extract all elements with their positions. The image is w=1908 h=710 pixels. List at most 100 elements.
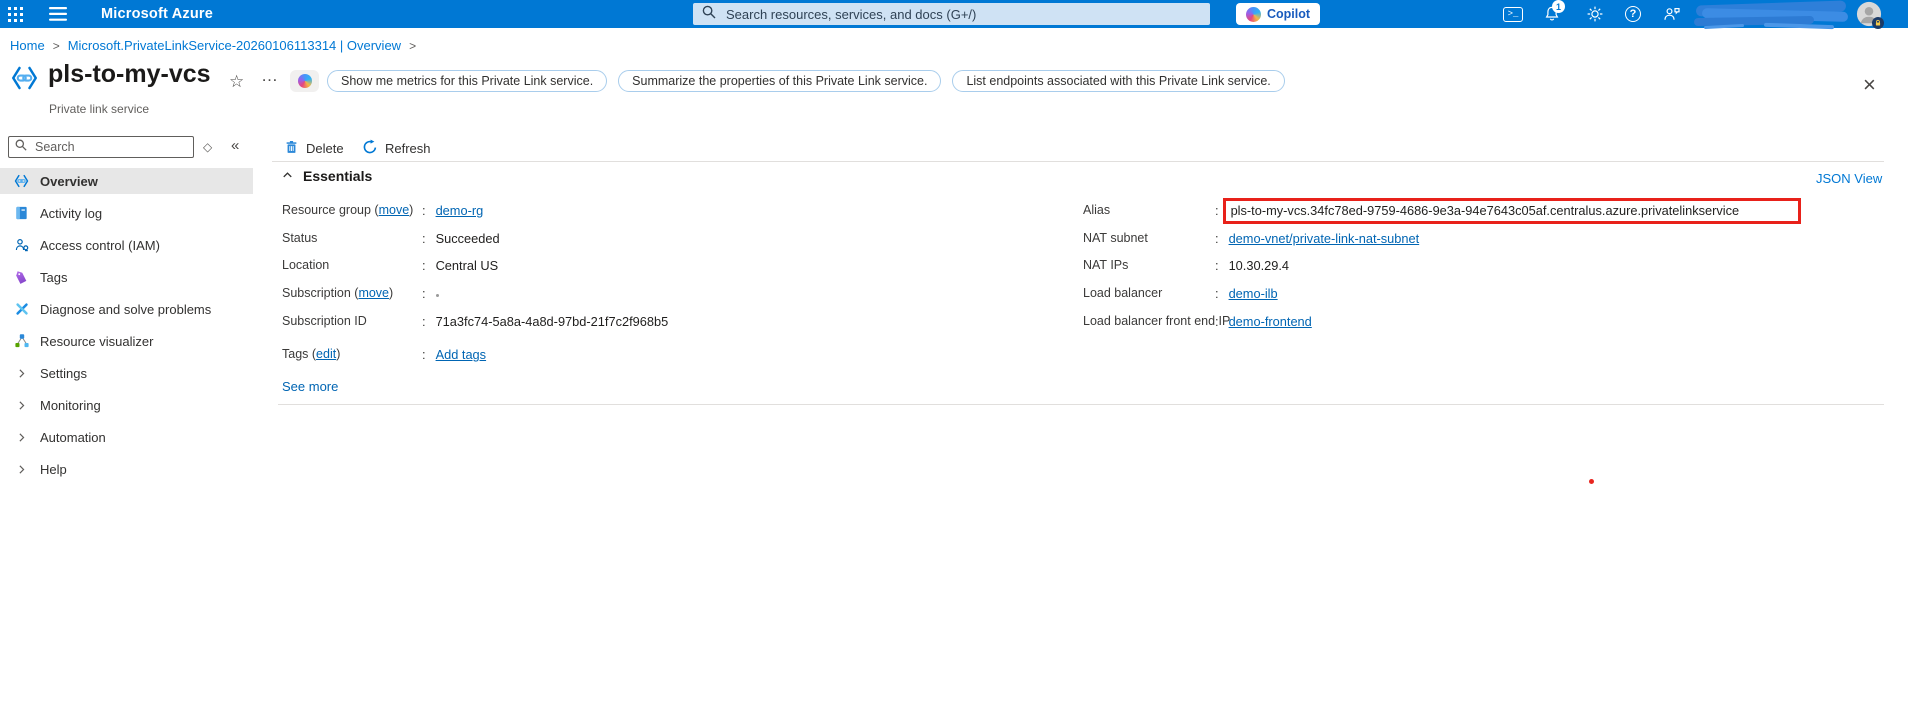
azure-portal-page: Microsoft Azure Copilot >_ 1 ? (0, 0, 1908, 710)
redacted-account-scribble (1693, 0, 1856, 31)
delete-label: Delete (306, 141, 344, 156)
global-search-input[interactable] (724, 5, 1201, 23)
copilot-icon (297, 74, 312, 88)
sidebar-item-label: Settings (40, 365, 87, 381)
sidebar-item-monitoring[interactable]: Monitoring (0, 392, 253, 418)
refresh-button[interactable]: Refresh (362, 139, 431, 158)
sidebar-item-activity-log[interactable]: Activity log (0, 200, 253, 226)
subscription-id-value: 71a3fc74-5a8a-4a8d-97bd-21f7c2f968b5 (435, 314, 669, 329)
trash-icon (284, 139, 299, 158)
breadcrumb-current-link[interactable]: Microsoft.PrivateLinkService-20260106113… (68, 38, 401, 53)
suggestion-summarize-properties-button[interactable]: Summarize the properties of this Private… (618, 70, 942, 92)
suggestion-show-metrics-button[interactable]: Show me metrics for this Private Link se… (327, 70, 608, 92)
delete-button[interactable]: Delete (284, 139, 344, 158)
sidebar-item-help[interactable]: Help (0, 456, 253, 482)
copilot-suggestion-pills: Show me metrics for this Private Link se… (327, 70, 1285, 92)
more-options-icon[interactable]: … (261, 66, 279, 86)
field-load-balancer: Load balancer : demo-ilb (1083, 286, 1278, 301)
menu-pin-icon[interactable]: ◇ (203, 140, 212, 154)
field-label: Tags (edit) (282, 347, 341, 361)
suggestion-list-endpoints-button[interactable]: List endpoints associated with this Priv… (952, 70, 1285, 92)
favorite-star-icon[interactable]: ☆ (229, 72, 244, 92)
sidebar-item-label: Monitoring (40, 397, 101, 413)
essentials-bottom-divider (278, 404, 1884, 405)
chevron-right-icon (13, 429, 30, 446)
alias-value: pls-to-my-vcs.34fc78ed-9759-4686-9e3a-94… (1230, 203, 1740, 218)
settings-gear-icon[interactable] (1584, 3, 1606, 25)
search-icon (702, 5, 716, 24)
avatar[interactable] (1856, 1, 1884, 29)
refresh-icon (362, 139, 378, 158)
hamburger-menu-icon[interactable] (48, 6, 68, 22)
field-label: Alias (1083, 203, 1111, 217)
field-label: Status (282, 231, 318, 245)
tags-icon (13, 269, 30, 286)
copilot-suggestions-badge[interactable] (290, 70, 319, 92)
json-view-link[interactable]: JSON View (1816, 171, 1882, 186)
field-lb-frontend-ip: Load balancer front end IP : demo-fronte… (1083, 314, 1312, 329)
alias-highlight-box: pls-to-my-vcs.34fc78ed-9759-4686-9e3a-94… (1222, 198, 1801, 224)
move-link[interactable]: move (379, 203, 410, 217)
sidebar-item-tags[interactable]: Tags (0, 264, 253, 290)
sidebar-item-label: Help (40, 461, 67, 477)
breadcrumb-separator: > (409, 38, 417, 53)
field-tags: Tags (edit) : Add tags (282, 347, 487, 362)
field-nat-ips: NAT IPs : 10.30.29.4 (1083, 258, 1290, 273)
nat-ips-value: 10.30.29.4 (1228, 258, 1290, 273)
top-bar: Microsoft Azure Copilot >_ 1 ? (0, 0, 1908, 31)
chevron-up-icon (281, 168, 294, 184)
sidebar-item-resource-visualizer[interactable]: Resource visualizer (0, 328, 253, 354)
chevron-right-icon (13, 461, 30, 478)
see-more-link[interactable]: See more (282, 379, 338, 394)
copilot-label: Copilot (1266, 7, 1311, 21)
private-link-service-icon (9, 63, 40, 93)
sidebar-item-diagnose[interactable]: Diagnose and solve problems (0, 296, 253, 322)
resource-menu-search-input[interactable] (33, 139, 187, 155)
sidebar-item-overview[interactable]: Overview (0, 168, 253, 194)
notification-count-badge: 1 (1552, 0, 1565, 13)
red-dot-annotation (1589, 479, 1594, 484)
lb-frontend-link[interactable]: demo-frontend (1229, 314, 1312, 329)
help-icon[interactable]: ? (1622, 3, 1644, 25)
resource-menu-search-box[interactable] (8, 136, 194, 158)
brand-title: Microsoft Azure (101, 6, 214, 22)
waffle-menu-icon[interactable] (6, 5, 24, 23)
command-bar-divider (272, 161, 1884, 162)
add-tags-link[interactable]: Add tags (436, 347, 487, 362)
move-link[interactable]: move (358, 286, 389, 300)
field-resource-group: Resource group (move) : demo-rg (282, 203, 484, 218)
breadcrumb-home-link[interactable]: Home (10, 38, 45, 53)
sidebar-item-label: Resource visualizer (40, 333, 154, 349)
sidebar-item-label: Diagnose and solve problems (40, 301, 212, 317)
sidebar-item-automation[interactable]: Automation (0, 424, 253, 450)
field-alias: Alias : pls-to-my-vcs.34fc78ed-9759-4686… (1083, 198, 1801, 224)
refresh-label: Refresh (385, 141, 431, 156)
feedback-icon[interactable] (1659, 3, 1683, 25)
resource-type-subtitle: Private link service (49, 102, 150, 116)
sidebar-item-access-control[interactable]: Access control (IAM) (0, 232, 253, 258)
edit-link[interactable]: edit (316, 347, 336, 361)
resource-group-link[interactable]: demo-rg (436, 203, 484, 218)
essentials-title: Essentials (303, 168, 373, 184)
sidebar-item-label: Automation (40, 429, 106, 445)
overview-icon (13, 173, 30, 190)
diagnose-tools-icon (13, 301, 30, 318)
chevron-right-icon (13, 365, 30, 382)
field-label: Load balancer front end IP (1083, 314, 1231, 328)
field-label: Subscription ID (282, 314, 367, 328)
copilot-button[interactable]: Copilot (1236, 3, 1320, 25)
field-label: Resource group (move) (282, 203, 414, 217)
cloud-shell-icon[interactable]: >_ (1502, 3, 1524, 25)
essentials-header[interactable]: Essentials (281, 168, 372, 184)
sidebar-item-settings[interactable]: Settings (0, 360, 253, 386)
nat-subnet-link[interactable]: demo-vnet/private-link-nat-subnet (1229, 231, 1420, 246)
lock-icon (1872, 17, 1884, 29)
sidebar-item-label: Overview (40, 173, 98, 189)
field-location: Location : Central US (282, 258, 499, 273)
status-value: Succeeded (435, 231, 500, 246)
load-balancer-link[interactable]: demo-ilb (1229, 286, 1278, 301)
collapse-menu-icon[interactable]: « (231, 137, 239, 154)
close-blade-icon[interactable]: × (1863, 74, 1876, 96)
global-search-box[interactable] (693, 3, 1210, 25)
field-label: NAT IPs (1083, 258, 1129, 272)
